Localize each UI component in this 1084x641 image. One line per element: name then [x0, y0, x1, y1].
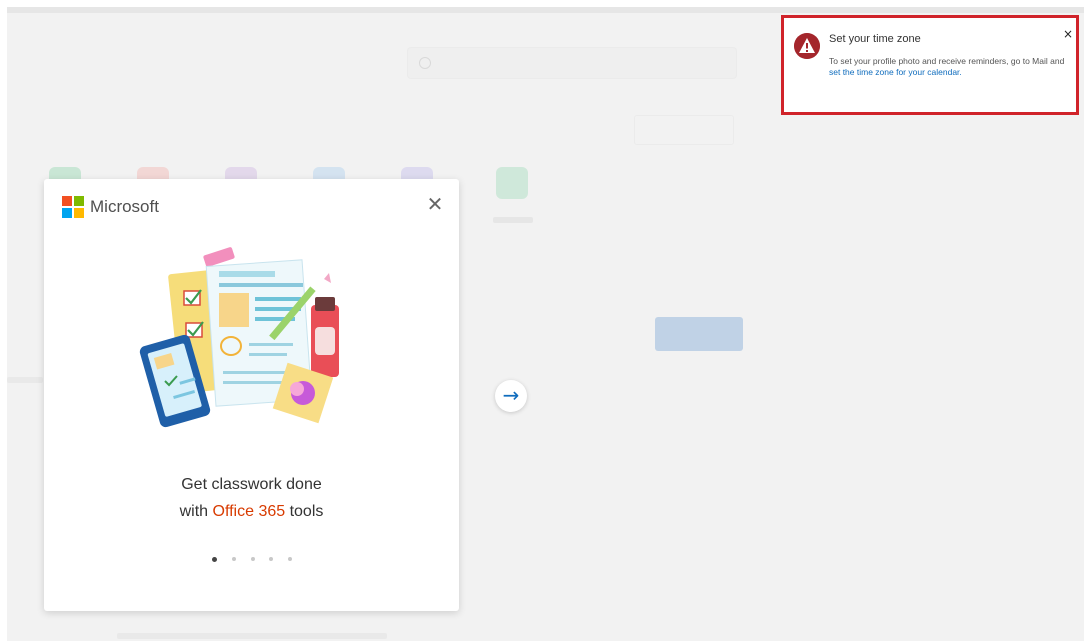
microsoft-logo-icon — [62, 196, 84, 218]
background-top-bar — [7, 7, 1084, 13]
headline-line-1: Get classwork done — [181, 476, 322, 493]
notification-text: To set your profile photo and receive re… — [829, 56, 1065, 66]
warning-icon — [794, 33, 820, 59]
headline-accent: Office 365 — [212, 503, 286, 520]
carousel-dot-4[interactable] — [269, 557, 274, 561]
headline: Get classwork done with Office 365 tools — [44, 471, 459, 525]
carousel-dot-2[interactable] — [231, 557, 236, 561]
classwork-illustration — [139, 247, 339, 428]
brand-name: Microsoft — [90, 197, 159, 216]
background-search-box — [407, 47, 737, 79]
background-primary-button — [655, 317, 743, 351]
carousel-dot-5[interactable] — [288, 557, 292, 561]
background-text-line — [7, 377, 43, 383]
background-install-button — [634, 115, 734, 145]
carousel-dot-3[interactable] — [250, 557, 255, 561]
carousel-dot-1[interactable] — [212, 556, 217, 562]
onboarding-modal: Microsoft ✕ Get classwork done with Offi… — [44, 179, 459, 611]
search-icon — [419, 57, 431, 69]
headline-suffix: tools — [285, 503, 324, 520]
arrow-right-icon: → — [502, 383, 520, 407]
notification-body: To set your profile photo and receive re… — [829, 56, 1069, 78]
set-time-zone-link[interactable]: set the time zone for your calendar. — [829, 67, 1069, 78]
close-icon[interactable]: ✕ — [423, 193, 447, 217]
time-zone-notification: Set your time zone To set your profile p… — [781, 15, 1079, 115]
headline-prefix: with — [179, 503, 213, 520]
carousel-pagination — [212, 555, 292, 563]
notification-close-button[interactable]: × — [1063, 27, 1073, 41]
carousel-next-button[interactable]: → — [495, 380, 527, 412]
background-app-icon — [496, 167, 528, 199]
background-app-label — [493, 217, 533, 223]
notification-title: Set your time zone — [829, 33, 921, 45]
background-text-line — [117, 633, 387, 639]
headline-line-2: with Office 365 tools — [44, 498, 459, 525]
